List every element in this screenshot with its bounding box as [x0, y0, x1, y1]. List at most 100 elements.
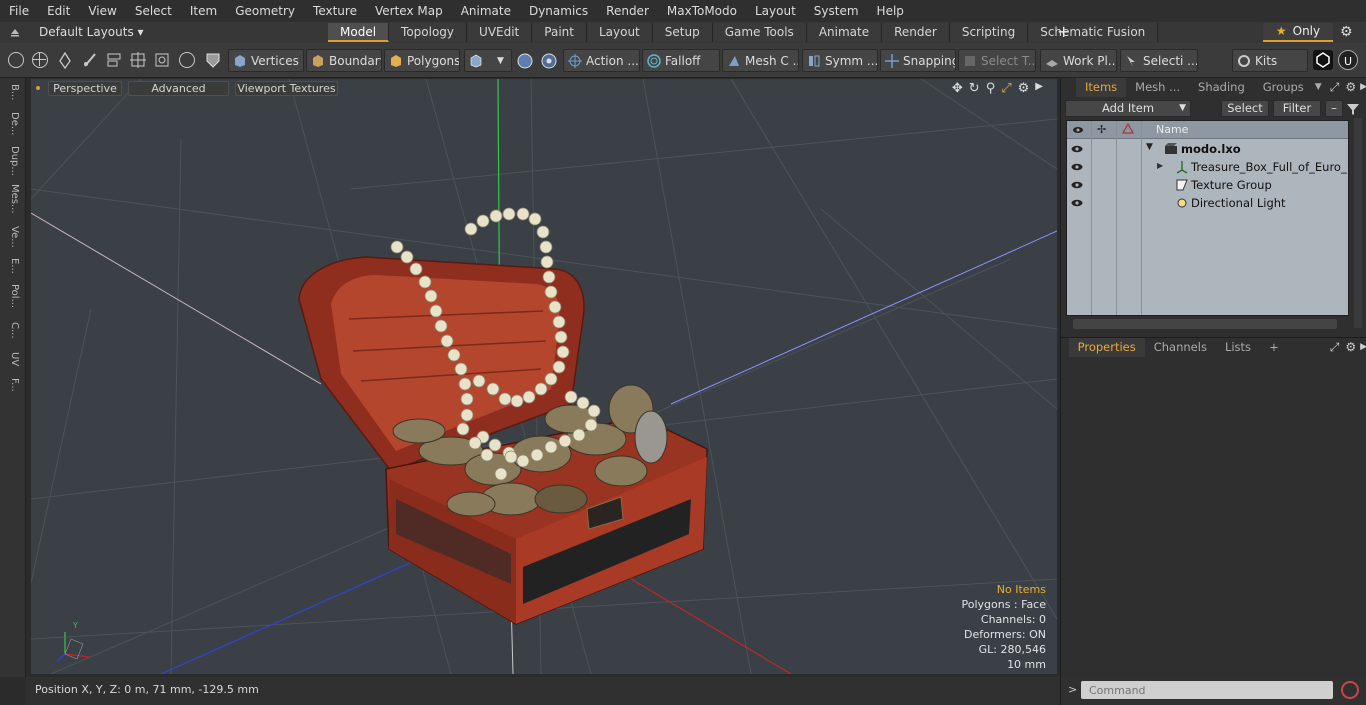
select-button[interactable]: Select — [1221, 100, 1269, 117]
maximize-icon[interactable]: ⤢ — [1001, 81, 1011, 96]
render-column-icon[interactable] — [1121, 122, 1135, 135]
tab-items[interactable]: Items — [1075, 78, 1127, 97]
tab-mesh[interactable]: Mesh ... — [1126, 78, 1189, 97]
selection-sets-button[interactable]: Selecti ... — [1120, 49, 1198, 72]
expand-triangle-icon[interactable]: ▼ — [1146, 142, 1153, 152]
menu-animate[interactable]: Animate — [452, 4, 520, 18]
tab-shading[interactable]: Shading — [1189, 78, 1254, 97]
boundary-button[interactable]: Boundary — [306, 49, 382, 72]
zoom-icon[interactable]: ⚲ — [986, 81, 996, 96]
item-mode-dropdown[interactable]: ▼ — [464, 49, 512, 72]
gear-snap-icon[interactable] — [540, 52, 558, 70]
viewport-textures-dropdown[interactable]: Viewport Textures — [235, 81, 338, 96]
pan-icon[interactable]: ✥ — [952, 81, 963, 96]
work-plane-button[interactable]: Work Pl... — [1040, 49, 1117, 72]
menu-layout[interactable]: Layout — [746, 4, 805, 18]
tree-row-directional-light[interactable]: Directional Light — [1067, 194, 1348, 212]
expand-triangle-icon[interactable]: ▶ — [1157, 161, 1163, 170]
shield-icon[interactable] — [204, 51, 222, 69]
menu-edit[interactable]: Edit — [38, 4, 79, 18]
rotate-icon[interactable]: ↻ — [969, 81, 980, 96]
3d-viewport[interactable]: Y Perspective Advanced Viewport Textures… — [31, 79, 1057, 674]
menu-system[interactable]: System — [805, 4, 868, 18]
column-name-header[interactable]: Name — [1156, 123, 1188, 136]
panel-gear-icon[interactable]: ⚙ — [1345, 78, 1356, 98]
properties-arrow-icon[interactable]: ▶ — [1360, 338, 1366, 357]
menu-render[interactable]: Render — [597, 4, 658, 18]
vtab-curve[interactable]: C... — [4, 322, 20, 346]
vtab-polygon[interactable]: Pol... — [4, 284, 20, 318]
unreal-icon[interactable]: U — [1338, 50, 1358, 70]
vtab-vertex[interactable]: Ve... — [4, 226, 20, 254]
advanced-dropdown[interactable]: Advanced — [128, 81, 229, 96]
square-select-icon[interactable] — [154, 52, 170, 68]
tab-render[interactable]: Render — [882, 23, 950, 42]
polygons-button[interactable]: Polygons — [384, 49, 460, 72]
collapse-all-icon[interactable]: – — [1325, 100, 1343, 117]
layout-selector[interactable]: Default Layouts ▾ — [39, 25, 144, 39]
action-center-button[interactable]: Action ... — [563, 49, 640, 72]
vtab-fusion[interactable]: F... — [4, 378, 20, 404]
command-input[interactable] — [1081, 681, 1333, 699]
center-icon[interactable] — [130, 52, 146, 68]
add-panel-tab-button[interactable]: + — [1260, 338, 1288, 357]
unity-icon[interactable] — [1313, 50, 1333, 70]
select-circle-icon[interactable] — [8, 52, 24, 68]
tree-row-modo-lxo[interactable]: ▼ modo.lxo — [1067, 140, 1348, 158]
lasso-icon[interactable] — [179, 52, 195, 68]
more-tabs-chevron-icon[interactable]: ▼ — [1315, 78, 1322, 98]
properties-gear-icon[interactable]: ⚙ — [1345, 338, 1356, 357]
select-through-button[interactable]: Select T... — [958, 49, 1036, 72]
lock-column-icon[interactable]: ✢ — [1097, 123, 1109, 136]
brush-icon[interactable] — [82, 52, 98, 68]
tab-animate[interactable]: Animate — [806, 23, 883, 42]
properties-expand-icon[interactable]: ⤢ — [1330, 338, 1340, 357]
perspective-dropdown[interactable]: Perspective — [48, 81, 122, 96]
menu-geometry[interactable]: Geometry — [226, 4, 304, 18]
gear-icon[interactable]: ⚙ — [1340, 24, 1353, 40]
panel-menu-icon[interactable] — [1061, 78, 1076, 98]
vertices-button[interactable]: Vertices — [228, 49, 304, 72]
eye-icon[interactable] — [1071, 197, 1083, 209]
eye-icon[interactable] — [1071, 179, 1083, 191]
menu-select[interactable]: Select — [126, 4, 181, 18]
tab-lists[interactable]: Lists — [1216, 338, 1260, 357]
menu-texture[interactable]: Texture — [304, 4, 366, 18]
play-icon[interactable]: ▶ — [1035, 81, 1043, 96]
tab-scripting[interactable]: Scripting — [949, 23, 1029, 42]
vtab-basic[interactable]: B... — [4, 84, 20, 108]
tree-row-treasure-box[interactable]: ▶ Treasure_Box_Full_of_Euro_ ... — [1067, 158, 1348, 176]
vtab-mesh[interactable]: Mes... — [4, 184, 20, 222]
tab-game-tools[interactable]: Game Tools — [712, 23, 807, 42]
eye-icon[interactable] — [1071, 143, 1083, 155]
viewport-menu-dot[interactable] — [36, 86, 40, 90]
menu-file[interactable]: File — [0, 4, 38, 18]
eye-icon[interactable] — [1071, 161, 1083, 173]
menu-item[interactable]: Item — [181, 4, 226, 18]
filter-button[interactable]: Filter — [1273, 100, 1321, 117]
record-macro-icon[interactable] — [1341, 681, 1359, 699]
snapping-button[interactable]: Snapping — [880, 49, 956, 72]
tab-channels[interactable]: Channels — [1145, 338, 1216, 357]
tab-setup[interactable]: Setup — [652, 23, 713, 42]
menu-dynamics[interactable]: Dynamics — [520, 4, 597, 18]
tab-groups[interactable]: Groups — [1254, 78, 1313, 97]
falloff-button[interactable]: Falloff — [642, 49, 720, 72]
align-icon[interactable] — [106, 52, 122, 68]
menu-vertex-map[interactable]: Vertex Map — [366, 4, 452, 18]
tree-row-texture-group[interactable]: Texture Group — [1067, 176, 1348, 194]
tab-uvedit[interactable]: UVEdit — [467, 23, 533, 42]
only-toggle-button[interactable]: ★ Only — [1263, 23, 1333, 42]
layout-collapse-icon[interactable] — [8, 25, 22, 39]
globe-icon[interactable] — [32, 52, 48, 68]
menu-help[interactable]: Help — [868, 4, 913, 18]
visibility-column-icon[interactable] — [1072, 124, 1084, 136]
filter-funnel-icon[interactable] — [1346, 102, 1360, 116]
menu-maxtomodo[interactable]: MaxToModo — [658, 4, 746, 18]
kits-button[interactable]: Kits — [1232, 49, 1308, 72]
tab-model[interactable]: Model — [328, 23, 390, 42]
vtab-uv[interactable]: UV — [4, 352, 20, 374]
item-list-horizontal-scrollbar[interactable] — [1073, 319, 1337, 329]
expand-panel-icon[interactable]: ⤢ — [1330, 78, 1340, 98]
tab-layout[interactable]: Layout — [586, 23, 653, 42]
